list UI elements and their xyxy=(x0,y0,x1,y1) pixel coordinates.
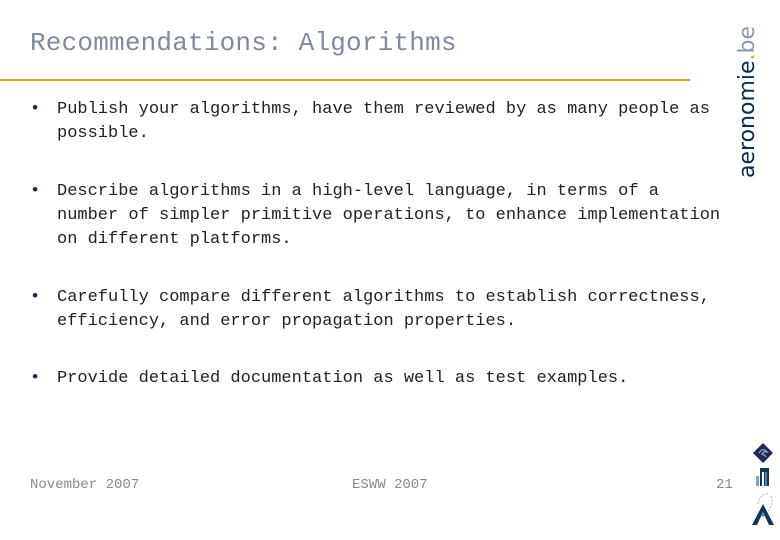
building-logo-icon xyxy=(756,468,769,486)
antenna-a-logo-icon xyxy=(752,493,774,525)
bullet-item: • Describe algorithms in a high-level lan… xyxy=(30,180,730,252)
bullet-text: Describe algorithms in a high-level lang… xyxy=(57,182,721,249)
brand-logo-text: aeronomie.be xyxy=(735,26,760,178)
brand-dot: . xyxy=(735,53,760,61)
footer-event: ESWW 2007 xyxy=(352,477,428,493)
title-underline xyxy=(0,79,690,81)
brand-tld: be xyxy=(735,25,760,54)
bullet-icon: • xyxy=(30,100,41,119)
bullet-item: • Publish your algorithms, have them revi… xyxy=(30,98,730,146)
bullet-text: Carefully compare different algorithms t… xyxy=(57,288,710,331)
brand-name: aeronomie xyxy=(735,60,760,178)
bullet-text: Provide detailed documentation as well a… xyxy=(57,369,629,388)
bullet-icon: • xyxy=(30,288,41,307)
bullet-list: • Publish your algorithms, have them revi… xyxy=(30,98,730,391)
institute-diamond-logo-icon xyxy=(753,443,773,463)
slide-title: Recommendations: Algorithms xyxy=(30,28,457,58)
footer-date: November 2007 xyxy=(30,477,140,493)
bullet-icon: • xyxy=(30,369,41,388)
bullet-text: Publish your algorithms, have them revie… xyxy=(57,100,710,143)
bullet-item: • Provide detailed documentation as well … xyxy=(30,367,730,391)
page-number: 21 xyxy=(716,477,733,493)
bullet-icon: • xyxy=(30,182,41,201)
bullet-item: • Carefully compare different algorithms … xyxy=(30,286,730,334)
